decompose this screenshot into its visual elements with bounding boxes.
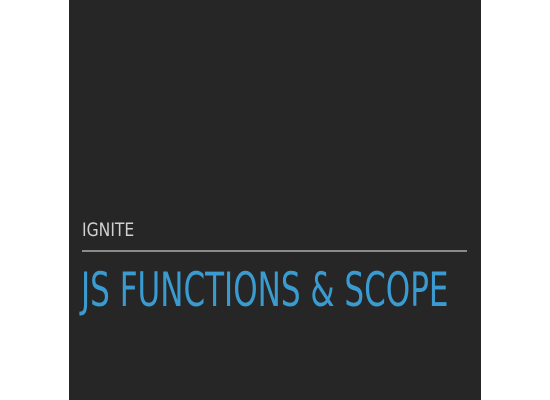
title-divider [82, 250, 467, 252]
title-slide: IGNITE JS FUNCTIONS & SCOPE [69, 0, 481, 400]
slide-title: JS FUNCTIONS & SCOPE [81, 263, 449, 318]
slide-eyebrow: IGNITE [82, 219, 135, 241]
presentation-stage: IGNITE JS FUNCTIONS & SCOPE [0, 0, 550, 400]
